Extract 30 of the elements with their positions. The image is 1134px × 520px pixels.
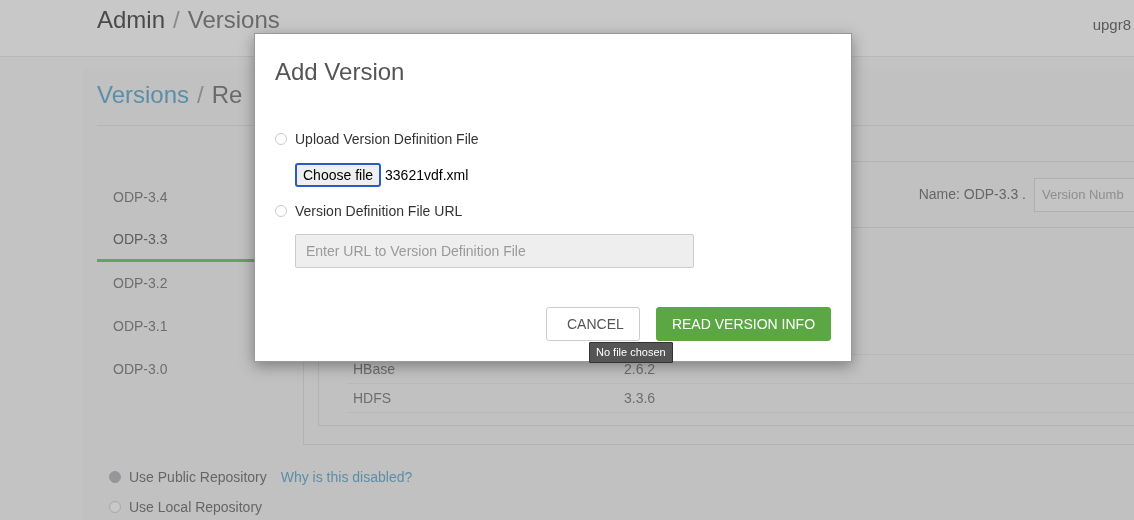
file-name: 33621vdf.xml xyxy=(385,165,469,185)
breadcrumb-item: Re xyxy=(211,81,243,109)
name-label: Name: ODP-3.3 . xyxy=(918,185,1026,204)
radio-button[interactable] xyxy=(275,133,287,145)
cancel-button[interactable]: CANCEL xyxy=(546,307,640,341)
read-version-info-button[interactable]: READ VERSION INFO xyxy=(656,307,831,341)
table-cell: 3.3.6 xyxy=(624,390,656,406)
radio-label: Use Public Repository xyxy=(129,467,267,487)
url-field[interactable]: Enter URL to Version Definition File xyxy=(295,234,694,268)
choose-file-button[interactable]: Choose file xyxy=(295,163,382,187)
help-link[interactable]: Why is this disabled? xyxy=(280,466,413,488)
radio-button[interactable] xyxy=(109,501,121,513)
dialog-title: Add Version xyxy=(275,57,406,87)
version-tab[interactable]: ODP-3.1 xyxy=(97,305,303,348)
table-cell-text: HBase xyxy=(353,361,397,377)
breadcrumb-link[interactable]: Versions xyxy=(97,81,190,109)
radio-button[interactable] xyxy=(109,471,121,483)
breadcrumb-separator: / xyxy=(173,8,180,32)
user-name[interactable]: upgr8 xyxy=(1092,17,1134,32)
radio-label: Use Local Repository xyxy=(129,497,263,517)
breadcrumb-item: Versions xyxy=(187,8,280,32)
radio-button[interactable] xyxy=(275,205,287,217)
radio-label: Upload Version Definition File xyxy=(295,129,479,149)
breadcrumb-item: Admin xyxy=(97,8,166,32)
radio-label: Version Definition File URL xyxy=(295,201,463,221)
version-tab[interactable]: ODP-3.0 xyxy=(97,348,303,391)
breadcrumb-separator: / xyxy=(197,81,204,109)
tooltip: No file chosen xyxy=(589,342,673,363)
table-cell-text: HDFS xyxy=(353,390,393,406)
table-cell: 2.6.2 xyxy=(624,361,656,377)
